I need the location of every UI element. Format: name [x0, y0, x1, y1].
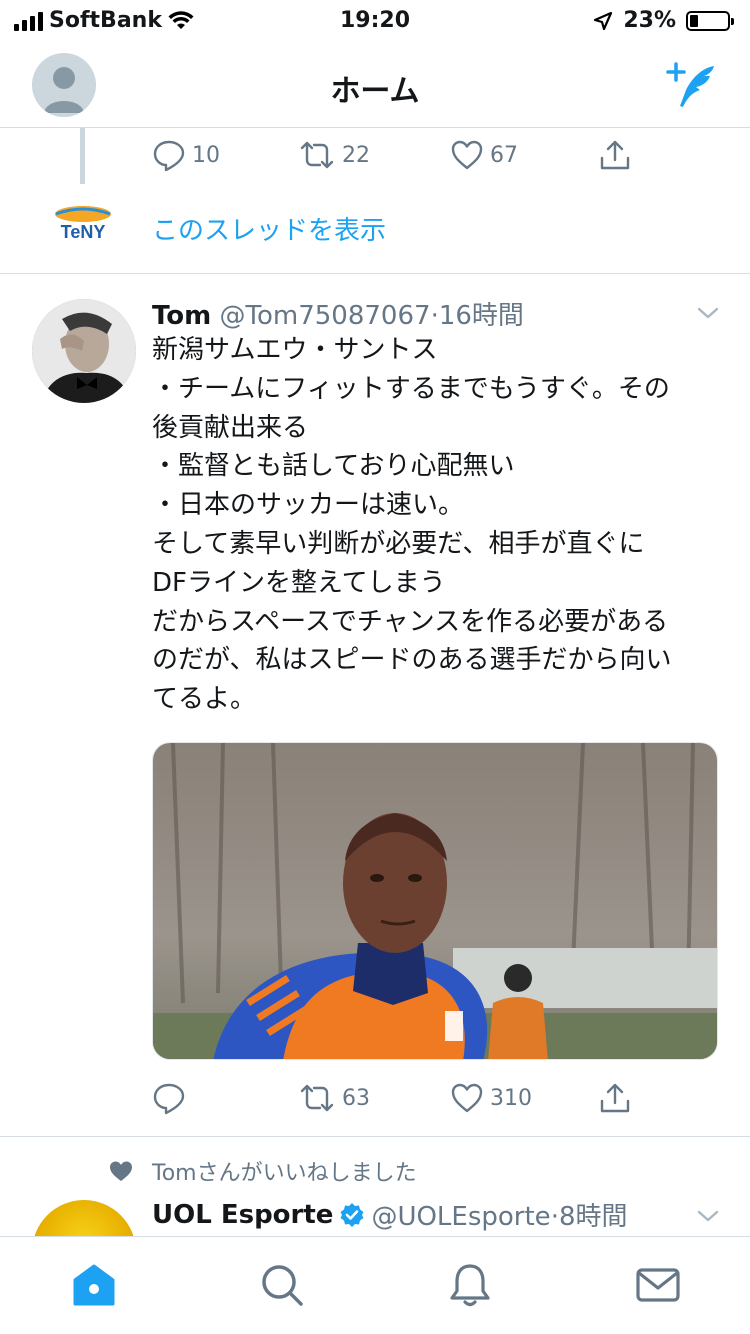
retweet-icon: [300, 141, 334, 169]
status-bar: SoftBank 19:20 23%: [0, 0, 750, 40]
tweet-author-handle[interactable]: @UOLEsporte: [371, 1202, 550, 1232]
soccer-player-photo: [153, 743, 717, 1059]
thread-action-bar: 10 22 67: [0, 138, 750, 178]
tweet-meta-separator: ·: [550, 1202, 559, 1232]
tweet-meta-separator: ·: [430, 301, 439, 331]
tweet-author-avatar[interactable]: [32, 299, 136, 403]
heart-outline-icon: [451, 1083, 483, 1113]
like-button[interactable]: 310: [450, 1081, 532, 1115]
share-icon: [600, 140, 630, 170]
heart-filled-icon: [110, 1161, 132, 1181]
messages-icon[interactable]: [634, 1261, 682, 1309]
retweet-count: 63: [342, 1085, 370, 1111]
chevron-down-icon[interactable]: [696, 305, 720, 321]
like-count: 67: [490, 142, 518, 168]
tweet-line: のだが、私はスピードのある選手だから向い: [152, 645, 672, 676]
share-button[interactable]: [598, 1081, 632, 1115]
tweet-author-avatar[interactable]: [32, 1200, 136, 1238]
like-count: 310: [490, 1085, 532, 1111]
share-button[interactable]: [598, 138, 632, 172]
navigation-header: ホーム: [0, 40, 750, 128]
show-thread-link[interactable]: このスレッドを表示: [152, 210, 386, 247]
tweet-author-name[interactable]: Tom: [152, 301, 211, 331]
retweet-icon: [300, 1084, 334, 1112]
tweet-author-handle[interactable]: @Tom75087067: [220, 301, 431, 331]
battery-percent: 23%: [623, 8, 676, 33]
battery-icon: [686, 10, 734, 31]
tweet-line: だからスペースでチャンスを作る必要がある: [152, 606, 669, 637]
tweet-line: 後貢献出来る: [152, 412, 309, 443]
tweet-line: ・監督とも話しており心配無い: [152, 451, 515, 482]
tweet-line: ・チームにフィットするまでもうすぐ。その: [152, 373, 670, 404]
tweet-timestamp[interactable]: 8時間: [559, 1202, 628, 1232]
reply-button[interactable]: 10: [152, 138, 220, 172]
reply-icon: [153, 1083, 185, 1115]
chevron-down-icon[interactable]: [696, 1208, 720, 1224]
retweet-count: 22: [342, 142, 370, 168]
location-arrow-icon: [594, 11, 613, 30]
page-title: ホーム: [330, 74, 420, 109]
tweet-line: ・日本のサッカーは速い。: [152, 490, 465, 521]
tweet[interactable]: UOL Esporte @UOLEsporte·8時間: [0, 1190, 750, 1238]
compose-tweet-icon[interactable]: [666, 60, 722, 110]
verified-badge-icon: [340, 1202, 364, 1227]
tweet-line: 新潟サムエウ・サントス: [152, 335, 438, 365]
reply-count: 10: [192, 142, 220, 168]
reply-button[interactable]: [152, 1081, 192, 1115]
tenny-logo: TeNY: [55, 206, 111, 242]
tweet[interactable]: Tom @Tom75087067·16時間 新潟サムエウ・サントス ・チームにフ…: [0, 275, 750, 1137]
tweet-timestamp[interactable]: 16時間: [439, 301, 524, 331]
tweet-line: てるよ。: [152, 684, 257, 715]
avatar-photo: [32, 299, 136, 403]
tweet-line: DFラインを整えてしまう: [152, 567, 446, 598]
retweet-button[interactable]: 63: [298, 1081, 370, 1115]
tab-bar: [0, 1236, 750, 1334]
tweet-action-bar: 63 310: [0, 1081, 750, 1121]
heart-outline-icon: [451, 140, 483, 170]
reply-icon: [153, 140, 185, 172]
retweet-button[interactable]: 22: [298, 138, 370, 172]
notifications-icon[interactable]: [446, 1261, 494, 1309]
home-icon[interactable]: [70, 1261, 118, 1309]
share-icon: [600, 1083, 630, 1113]
like-button[interactable]: 67: [450, 138, 518, 172]
liked-by-text: Tomさんがいいねしました: [152, 1161, 417, 1186]
tweet-photo[interactable]: [152, 742, 718, 1060]
tweet-author-name[interactable]: UOL Esporte: [152, 1200, 333, 1230]
social-context-row: Tomさんがいいねしました: [0, 1155, 750, 1189]
tenny-logo-text: TeNY: [61, 222, 106, 242]
show-thread-row[interactable]: TeNY このスレッドを表示: [0, 190, 750, 274]
search-icon[interactable]: [258, 1261, 306, 1309]
tweet-body: 新潟サムエウ・サントス ・チームにフィットするまでもうすぐ。その 後貢献出来る …: [152, 331, 724, 719]
tweet-line: そして素早い判断が必要だ、相手が直ぐに: [152, 528, 645, 559]
